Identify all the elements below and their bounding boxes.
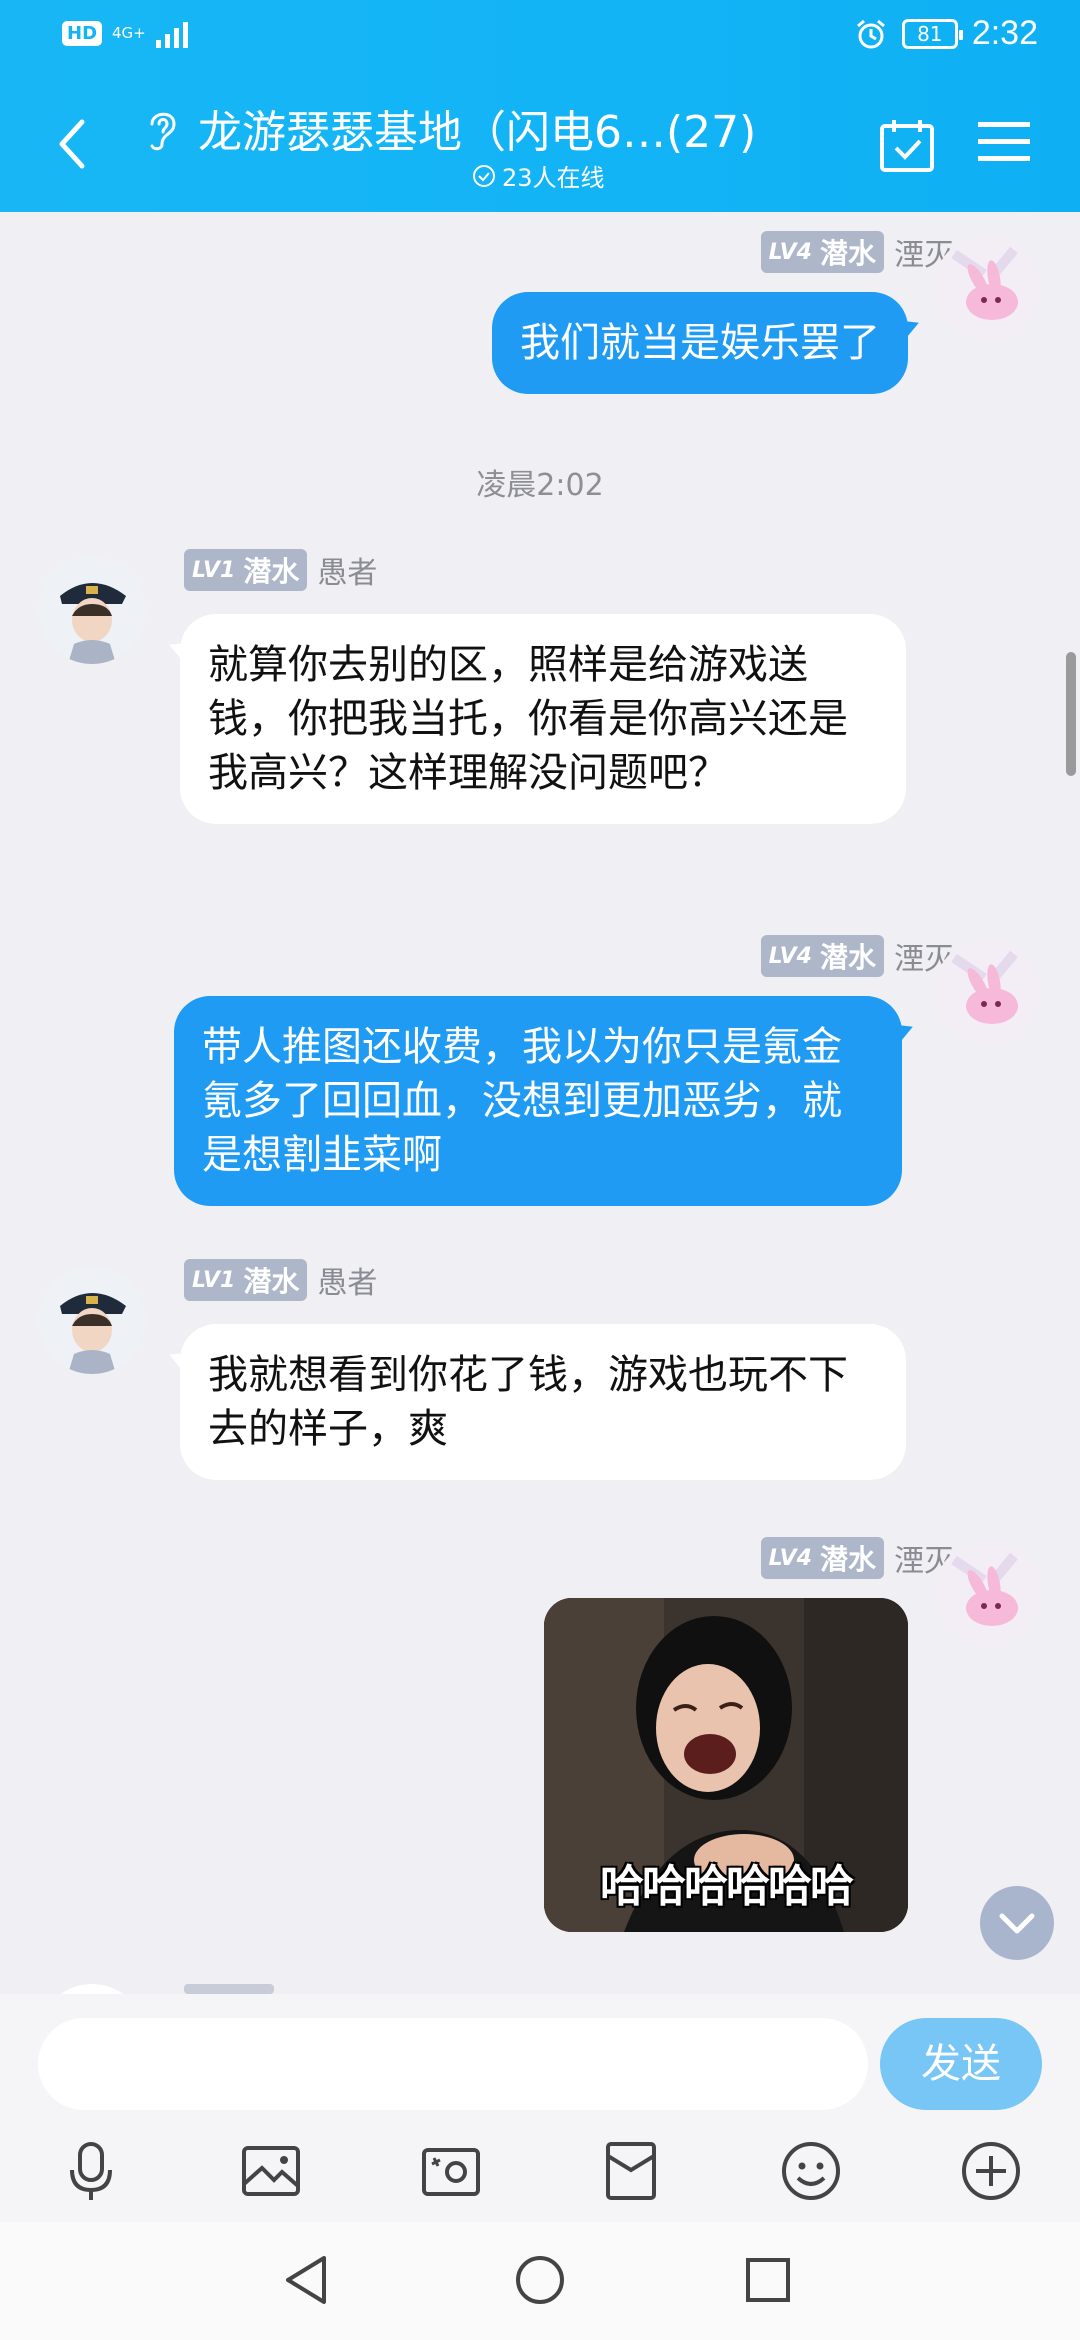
calendar-check-icon[interactable] xyxy=(878,116,936,174)
timestamp: 凌晨2:02 xyxy=(476,468,604,503)
sender-name: 愚者 xyxy=(317,556,378,591)
chat-header: HD 4G+ 81 2:32 龙游瑟瑟基地（闪电6…(27) 23人在线 xyxy=(0,0,1080,212)
level-text: LV1 xyxy=(192,557,236,583)
rank-text: 潜水 xyxy=(819,1543,876,1576)
emoji-icon[interactable] xyxy=(778,2138,844,2204)
level-badge-peek xyxy=(184,1984,274,1994)
avatar-other[interactable] xyxy=(38,1266,146,1374)
sender-meta: LV1 潜水 愚者 xyxy=(184,1258,377,1302)
message-bubble[interactable]: 我就想看到你花了钱，游戏也玩不下去的样子，爽 xyxy=(180,1324,906,1480)
input-bar: 发送 xyxy=(0,1994,1080,2222)
toolbar xyxy=(0,2138,1080,2216)
officer-avatar-icon xyxy=(38,1266,146,1374)
check-circle-icon xyxy=(473,164,495,187)
rank-text: 潜水 xyxy=(819,941,876,974)
red-packet-icon[interactable] xyxy=(598,2138,664,2204)
sticker-caption: 哈哈哈哈哈哈 xyxy=(600,1861,854,1912)
level-badge: LV4 潜水 xyxy=(760,1537,884,1579)
sender-meta: LV4 潜水 湮灭 xyxy=(760,1536,954,1580)
send-button[interactable]: 发送 xyxy=(880,2018,1042,2110)
network-type: 4G+ xyxy=(112,23,146,42)
sender-meta: LV4 潜水 湮灭 xyxy=(760,934,954,978)
level-badge: LV1 潜水 xyxy=(184,549,308,591)
level-text: LV4 xyxy=(768,1545,812,1571)
level-text: LV4 xyxy=(768,239,812,265)
sticker-image[interactable]: 哈哈哈哈哈哈 xyxy=(544,1598,908,1932)
battery-icon: 81 xyxy=(901,18,963,49)
bunny-avatar-icon xyxy=(934,234,1042,342)
status-bar: HD 4G+ 81 2:32 xyxy=(0,0,1080,72)
avatar-other[interactable] xyxy=(38,556,146,664)
status-left: HD 4G+ xyxy=(62,18,188,48)
avatar-me[interactable] xyxy=(934,1540,1042,1648)
nav-back-icon[interactable] xyxy=(278,2250,338,2310)
microphone-icon[interactable] xyxy=(58,2138,124,2204)
bunny-avatar-icon xyxy=(934,1540,1042,1648)
clock: 2:32 xyxy=(971,14,1038,52)
sender-name: 愚者 xyxy=(317,1266,378,1301)
online-text: 23人在线 xyxy=(502,164,605,192)
level-badge: LV4 潜水 xyxy=(760,935,884,977)
avatar-other xyxy=(38,1984,146,1994)
avatar-me[interactable] xyxy=(934,234,1042,342)
title-bar: 龙游瑟瑟基地（闪电6…(27) 23人在线 xyxy=(0,80,1080,210)
message-bubble[interactable]: 我们就当是娱乐罢了 xyxy=(492,292,908,394)
signal-icon xyxy=(155,18,188,48)
back-icon[interactable] xyxy=(52,114,92,174)
sender-meta: LV1 潜水 愚者 xyxy=(184,548,377,592)
rank-text: 潜水 xyxy=(243,555,300,588)
online-count: 23人在线 xyxy=(472,158,605,193)
chevron-down-icon xyxy=(999,1913,1035,1934)
group-title[interactable]: 龙游瑟瑟基地（闪电6…(27) xyxy=(198,96,756,160)
hd-icon: HD xyxy=(62,20,103,46)
system-nav-bar xyxy=(0,2222,1080,2340)
level-badge: LV4 潜水 xyxy=(760,231,884,273)
menu-icon[interactable] xyxy=(978,120,1030,164)
rank-text: 潜水 xyxy=(819,237,876,270)
officer-avatar-icon xyxy=(38,556,146,664)
scroll-to-bottom-button[interactable] xyxy=(980,1886,1054,1960)
rank-text: 潜水 xyxy=(243,1265,300,1298)
nav-recents-icon[interactable] xyxy=(738,2250,798,2310)
nav-home-icon[interactable] xyxy=(510,2250,570,2310)
alarm-icon xyxy=(856,19,885,48)
message-input[interactable] xyxy=(38,2018,868,2110)
message-bubble[interactable]: 带人推图还收费，我以为你只是氪金氪多了回回血，没想到更加恶劣，就是想割韭菜啊 xyxy=(174,996,902,1206)
status-right: 81 2:32 xyxy=(854,14,1038,53)
level-badge: LV1 潜水 xyxy=(184,1259,308,1301)
message-list[interactable]: LV4 潜水 湮灭 我们就当是娱乐罢了 凌晨2:02 LV1 潜水 愚者 就算你去别… xyxy=(0,212,1080,1994)
camera-icon[interactable] xyxy=(418,2138,484,2204)
scrollbar[interactable] xyxy=(1066,652,1076,776)
image-icon[interactable] xyxy=(238,2138,304,2204)
level-text: LV1 xyxy=(192,1267,236,1293)
level-text: LV4 xyxy=(768,943,812,969)
plus-icon[interactable] xyxy=(958,2138,1024,2204)
avatar-me[interactable] xyxy=(934,938,1042,1046)
bunny-avatar-icon xyxy=(934,938,1042,1046)
message-bubble[interactable]: 就算你去别的区，照样是给游戏送钱，你把我当托，你看是你高兴还是我高兴？这样理解没… xyxy=(180,614,906,824)
ear-icon xyxy=(150,112,176,151)
sender-meta: LV4 潜水 湮灭 xyxy=(760,230,954,274)
